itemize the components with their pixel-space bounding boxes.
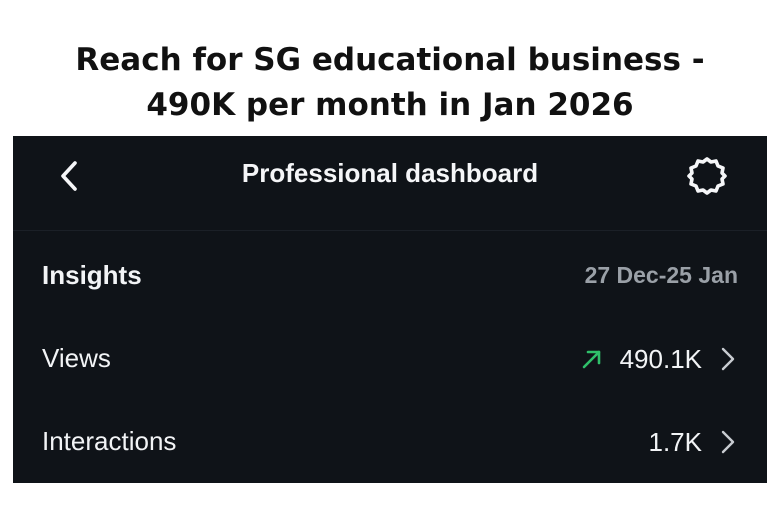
metric-value-group: 1.7K — [649, 424, 737, 460]
gear-icon — [687, 157, 727, 195]
date-range[interactable]: 27 Dec-25 Jan — [585, 262, 738, 289]
metric-value: 1.7K — [648, 426, 703, 457]
caption-line-2: 490K per month in Jan 2026 — [146, 87, 634, 123]
dashboard-screen: Professional dashboard Insights 27 Dec-2… — [13, 136, 767, 483]
caption-line-1: Reach for SG educational business - — [75, 42, 705, 78]
settings-button[interactable] — [686, 155, 728, 197]
metric-value-group: 490.1K — [580, 341, 736, 377]
trend-up-arrow-icon — [582, 350, 600, 369]
metric-label: Views — [42, 343, 111, 373]
insights-header: Insights 27 Dec-25 Jan — [13, 246, 767, 306]
image-caption: Reach for SG educational business - 490K… — [0, 38, 780, 128]
insights-title: Insights — [42, 260, 142, 290]
metric-row-interactions[interactable]: Interactions 1.7K — [13, 412, 767, 472]
metric-value: 490.1K — [619, 343, 702, 374]
metric-label: Interactions — [42, 426, 177, 456]
metric-row-views[interactable]: Views 490.1K — [13, 329, 767, 389]
chevron-right-icon — [721, 347, 735, 371]
chevron-right-icon — [721, 430, 735, 454]
page-title: Professional dashboard — [241, 158, 539, 188]
top-bar: Professional dashboard — [13, 136, 767, 231]
